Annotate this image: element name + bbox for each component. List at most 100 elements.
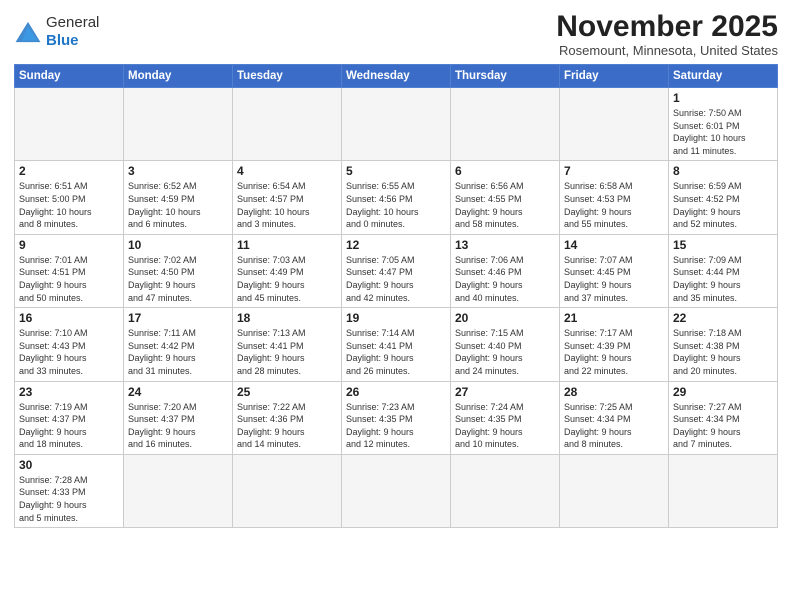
calendar-cell: 12Sunrise: 7:05 AM Sunset: 4:47 PM Dayli… [342, 234, 451, 307]
day-number: 29 [673, 385, 773, 399]
day-info: Sunrise: 6:51 AM Sunset: 5:00 PM Dayligh… [19, 180, 119, 230]
calendar-cell: 26 Sunrise: 7:23 AM Sunset: 4:35 PM Dayli… [342, 381, 451, 454]
day-number: 13 [455, 238, 555, 252]
day-number: 12 [346, 238, 446, 252]
calendar-cell [342, 88, 451, 161]
calendar-cell [15, 88, 124, 161]
week-row-2: 2 Sunrise: 6:51 AM Sunset: 5:00 PM Daylig… [15, 161, 778, 234]
logo-text: General Blue [46, 14, 99, 50]
day-info: Sunrise: 7:28 AM Sunset: 4:33 PM Dayligh… [19, 474, 119, 524]
day-info: Sunrise: 7:10 AM Sunset: 4:43 PM Dayligh… [19, 327, 119, 377]
col-wednesday: Wednesday [342, 65, 451, 88]
day-info: Sunrise: 7:50 AM Sunset: 6:01 PM Dayligh… [673, 107, 773, 157]
day-info: Sunrise: 7:25 AM Sunset: 4:34 PM Dayligh… [564, 401, 664, 451]
calendar-cell: 8Sunrise: 6:59 AM Sunset: 4:52 PM Daylig… [669, 161, 778, 234]
day-number: 30 [19, 458, 119, 472]
day-number: 23 [19, 385, 119, 399]
calendar-cell: 20 Sunrise: 7:15 AM Sunset: 4:40 PM Dayli… [451, 308, 560, 381]
header: General Blue November 2025 Rosemount, Mi… [14, 10, 778, 58]
calendar-cell [669, 454, 778, 527]
day-info: Sunrise: 6:55 AM Sunset: 4:56 PM Dayligh… [346, 180, 446, 230]
calendar-cell [124, 454, 233, 527]
day-info: Sunrise: 6:56 AM Sunset: 4:55 PM Dayligh… [455, 180, 555, 230]
calendar-cell: 30 Sunrise: 7:28 AM Sunset: 4:33 PM Dayli… [15, 454, 124, 527]
day-number: 15 [673, 238, 773, 252]
calendar-cell: 4Sunrise: 6:54 AM Sunset: 4:57 PM Daylig… [233, 161, 342, 234]
day-number: 9 [19, 238, 119, 252]
day-number: 4 [237, 164, 337, 178]
day-info: Sunrise: 7:24 AM Sunset: 4:35 PM Dayligh… [455, 401, 555, 451]
day-info: Sunrise: 7:11 AM Sunset: 4:42 PM Dayligh… [128, 327, 228, 377]
calendar-cell: 10 Sunrise: 7:02 AM Sunset: 4:50 PM Dayli… [124, 234, 233, 307]
calendar: Sunday Monday Tuesday Wednesday Thursday… [14, 64, 778, 528]
calendar-cell: 9Sunrise: 7:01 AM Sunset: 4:51 PM Daylig… [15, 234, 124, 307]
calendar-cell: 27 Sunrise: 7:24 AM Sunset: 4:35 PM Dayli… [451, 381, 560, 454]
day-number: 28 [564, 385, 664, 399]
day-number: 11 [237, 238, 337, 252]
day-number: 19 [346, 311, 446, 325]
day-info: Sunrise: 7:06 AM Sunset: 4:46 PM Dayligh… [455, 254, 555, 304]
calendar-cell: 5 Sunrise: 6:55 AM Sunset: 4:56 PM Daylig… [342, 161, 451, 234]
calendar-cell: 25 Sunrise: 7:22 AM Sunset: 4:36 PM Dayli… [233, 381, 342, 454]
week-row-4: 16 Sunrise: 7:10 AM Sunset: 4:43 PM Dayli… [15, 308, 778, 381]
calendar-cell: 11 Sunrise: 7:03 AM Sunset: 4:49 PM Dayli… [233, 234, 342, 307]
day-number: 7 [564, 164, 664, 178]
day-info: Sunrise: 7:23 AM Sunset: 4:35 PM Dayligh… [346, 401, 446, 451]
day-info: Sunrise: 7:27 AM Sunset: 4:34 PM Dayligh… [673, 401, 773, 451]
calendar-cell: 19 Sunrise: 7:14 AM Sunset: 4:41 PM Dayli… [342, 308, 451, 381]
day-number: 16 [19, 311, 119, 325]
week-row-3: 9Sunrise: 7:01 AM Sunset: 4:51 PM Daylig… [15, 234, 778, 307]
day-number: 8 [673, 164, 773, 178]
calendar-cell: 2 Sunrise: 6:51 AM Sunset: 5:00 PM Daylig… [15, 161, 124, 234]
day-info: Sunrise: 6:58 AM Sunset: 4:53 PM Dayligh… [564, 180, 664, 230]
day-info: Sunrise: 7:19 AM Sunset: 4:37 PM Dayligh… [19, 401, 119, 451]
day-info: Sunrise: 7:22 AM Sunset: 4:36 PM Dayligh… [237, 401, 337, 451]
col-thursday: Thursday [451, 65, 560, 88]
week-row-1: 1 Sunrise: 7:50 AM Sunset: 6:01 PM Daylig… [15, 88, 778, 161]
calendar-cell: 22Sunrise: 7:18 AM Sunset: 4:38 PM Dayli… [669, 308, 778, 381]
day-info: Sunrise: 7:20 AM Sunset: 4:37 PM Dayligh… [128, 401, 228, 451]
calendar-cell: 16 Sunrise: 7:10 AM Sunset: 4:43 PM Dayli… [15, 308, 124, 381]
day-number: 20 [455, 311, 555, 325]
calendar-cell: 17Sunrise: 7:11 AM Sunset: 4:42 PM Dayli… [124, 308, 233, 381]
calendar-cell [124, 88, 233, 161]
calendar-cell: 29 Sunrise: 7:27 AM Sunset: 4:34 PM Dayli… [669, 381, 778, 454]
week-row-6: 30 Sunrise: 7:28 AM Sunset: 4:33 PM Dayli… [15, 454, 778, 527]
day-number: 1 [673, 91, 773, 105]
day-number: 27 [455, 385, 555, 399]
day-info: Sunrise: 6:52 AM Sunset: 4:59 PM Dayligh… [128, 180, 228, 230]
day-info: Sunrise: 7:14 AM Sunset: 4:41 PM Dayligh… [346, 327, 446, 377]
calendar-cell: 28 Sunrise: 7:25 AM Sunset: 4:34 PM Dayli… [560, 381, 669, 454]
calendar-cell [342, 454, 451, 527]
day-info: Sunrise: 7:07 AM Sunset: 4:45 PM Dayligh… [564, 254, 664, 304]
col-sunday: Sunday [15, 65, 124, 88]
calendar-cell [233, 454, 342, 527]
calendar-cell [451, 88, 560, 161]
week-row-5: 23 Sunrise: 7:19 AM Sunset: 4:37 PM Dayli… [15, 381, 778, 454]
page: General Blue November 2025 Rosemount, Mi… [0, 0, 792, 612]
day-info: Sunrise: 7:02 AM Sunset: 4:50 PM Dayligh… [128, 254, 228, 304]
day-number: 21 [564, 311, 664, 325]
day-number: 26 [346, 385, 446, 399]
calendar-cell: 15Sunrise: 7:09 AM Sunset: 4:44 PM Dayli… [669, 234, 778, 307]
day-number: 10 [128, 238, 228, 252]
calendar-cell [233, 88, 342, 161]
day-info: Sunrise: 7:15 AM Sunset: 4:40 PM Dayligh… [455, 327, 555, 377]
day-number: 25 [237, 385, 337, 399]
title-section: November 2025 Rosemount, Minnesota, Unit… [556, 10, 778, 58]
logo: General Blue [14, 14, 99, 50]
day-number: 24 [128, 385, 228, 399]
day-number: 18 [237, 311, 337, 325]
day-number: 14 [564, 238, 664, 252]
col-tuesday: Tuesday [233, 65, 342, 88]
calendar-header-row: Sunday Monday Tuesday Wednesday Thursday… [15, 65, 778, 88]
day-info: Sunrise: 7:03 AM Sunset: 4:49 PM Dayligh… [237, 254, 337, 304]
day-number: 6 [455, 164, 555, 178]
calendar-cell [560, 454, 669, 527]
day-number: 5 [346, 164, 446, 178]
day-number: 2 [19, 164, 119, 178]
day-number: 22 [673, 311, 773, 325]
logo-icon [14, 20, 42, 44]
calendar-cell [560, 88, 669, 161]
calendar-cell: 23 Sunrise: 7:19 AM Sunset: 4:37 PM Dayli… [15, 381, 124, 454]
